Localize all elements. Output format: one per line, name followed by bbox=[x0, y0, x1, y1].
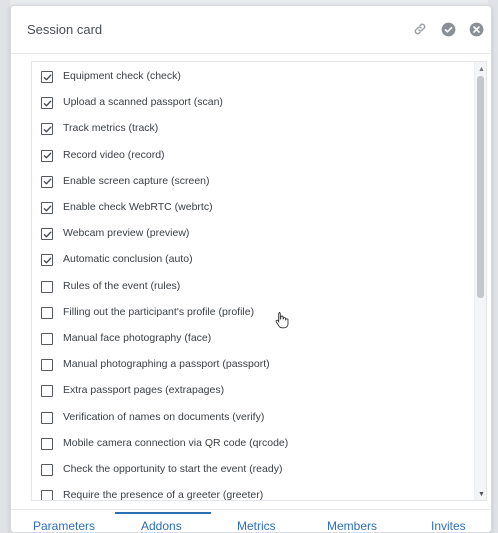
tab-bar: Parameters Addons Metrics Members Invite… bbox=[11, 509, 491, 533]
addon-item[interactable]: Mobile camera connection via QR code (qr… bbox=[32, 432, 472, 458]
active-tab-indicator bbox=[115, 512, 211, 514]
addon-label: Filling out the participant's profile (p… bbox=[63, 305, 255, 318]
addons-list[interactable]: Require the presence of a greeter (greet… bbox=[31, 61, 487, 501]
addon-label: Require the presence of a greeter (greet… bbox=[63, 489, 264, 501]
checkbox-checked[interactable] bbox=[41, 149, 53, 162]
tab-members[interactable]: Members bbox=[327, 519, 377, 533]
addon-item[interactable]: Upload a scanned passport (scan) bbox=[32, 91, 472, 117]
addon-label: Extra passport pages (extrapages) bbox=[63, 384, 225, 397]
addon-label: Rules of the event (rules) bbox=[63, 279, 181, 292]
addon-item[interactable]: Record video (record) bbox=[32, 144, 472, 170]
checkbox-checked[interactable] bbox=[41, 202, 53, 214]
addon-item[interactable]: Check the opportunity to start the event… bbox=[32, 458, 472, 484]
checkbox-checked[interactable] bbox=[41, 71, 53, 83]
addon-label: Automatic conclusion (auto) bbox=[63, 253, 193, 266]
checkbox-checked[interactable] bbox=[41, 97, 53, 110]
list-scrollbar[interactable]: ▲ ▼ bbox=[474, 62, 486, 500]
addon-item[interactable]: Extra passport pages (extrapages) bbox=[32, 379, 472, 405]
addon-item[interactable]: Require the presence of a greeter (greet… bbox=[32, 484, 472, 501]
addon-label: Equipment check (check) bbox=[63, 70, 181, 82]
checkbox-unchecked[interactable] bbox=[41, 385, 53, 398]
check-circle-icon[interactable] bbox=[439, 20, 457, 38]
addon-item[interactable]: Manual photographing a passport (passpor… bbox=[32, 353, 472, 379]
checkbox-checked[interactable] bbox=[41, 254, 53, 267]
checkbox-unchecked[interactable] bbox=[41, 359, 53, 372]
addon-label: Manual face photography (face) bbox=[63, 332, 212, 344]
tab-invites[interactable]: Invites bbox=[431, 519, 466, 533]
addon-label: Verification of names on documents (veri… bbox=[63, 410, 265, 423]
checkbox-unchecked[interactable] bbox=[41, 490, 53, 500]
addon-item[interactable]: Rules of the event (rules) bbox=[32, 275, 472, 301]
addon-item[interactable]: Verification of names on documents (veri… bbox=[32, 406, 472, 432]
addon-label: Track metrics (track) bbox=[63, 122, 159, 135]
link-icon[interactable] bbox=[411, 20, 429, 38]
addon-item[interactable]: Automatic conclusion (auto) bbox=[32, 248, 472, 274]
addon-label: Upload a scanned passport (scan) bbox=[63, 96, 223, 109]
checkbox-unchecked[interactable] bbox=[41, 280, 53, 293]
addon-item[interactable]: Manual face photography (face) bbox=[32, 327, 472, 353]
header-actions bbox=[411, 20, 485, 38]
session-card-dialog: Session card Require the presence of a g… bbox=[10, 5, 492, 533]
checkbox-unchecked[interactable] bbox=[41, 464, 53, 476]
hand-pointer-icon bbox=[275, 311, 289, 334]
addon-item[interactable]: Enable check WebRTC (webrtc) bbox=[32, 196, 472, 222]
dialog-header: Session card bbox=[11, 6, 491, 54]
addon-label: Enable check WebRTC (webrtc) bbox=[63, 201, 213, 213]
addon-item[interactable]: Enable screen capture (screen) bbox=[32, 170, 472, 196]
checkbox-checked[interactable] bbox=[41, 123, 53, 136]
checkbox-unchecked[interactable] bbox=[41, 333, 53, 345]
addon-label: Mobile camera connection via QR code (qr… bbox=[63, 436, 289, 449]
addon-label: Record video (record) bbox=[63, 148, 165, 161]
checkbox-checked[interactable] bbox=[41, 228, 53, 241]
addon-item[interactable]: Webcam preview (preview) bbox=[32, 222, 472, 248]
addon-label: Check the opportunity to start the event… bbox=[63, 463, 283, 475]
scroll-down-icon[interactable]: ▼ bbox=[478, 491, 485, 498]
tab-parameters[interactable]: Parameters bbox=[33, 519, 95, 533]
scroll-up-icon[interactable]: ▲ bbox=[478, 66, 485, 73]
addon-label: Webcam preview (preview) bbox=[63, 227, 190, 240]
addon-item[interactable]: Filling out the participant's profile (p… bbox=[32, 301, 472, 327]
background-page-left bbox=[0, 0, 10, 533]
addon-label: Manual photographing a passport (passpor… bbox=[63, 358, 270, 371]
checkbox-unchecked[interactable] bbox=[41, 411, 53, 424]
close-circle-icon[interactable] bbox=[467, 20, 485, 38]
scrollbar-thumb[interactable] bbox=[477, 76, 484, 298]
addon-item[interactable]: Equipment check (check) bbox=[32, 65, 472, 91]
checkbox-unchecked[interactable] bbox=[41, 437, 53, 450]
addon-item[interactable]: Track metrics (track) bbox=[32, 117, 472, 143]
dialog-title: Session card bbox=[27, 22, 103, 37]
addon-label: Enable screen capture (screen) bbox=[63, 174, 210, 187]
checkbox-checked[interactable] bbox=[41, 175, 53, 188]
tab-addons[interactable]: Addons bbox=[141, 519, 182, 533]
checkbox-unchecked[interactable] bbox=[41, 306, 53, 319]
tab-metrics[interactable]: Metrics bbox=[237, 519, 276, 533]
